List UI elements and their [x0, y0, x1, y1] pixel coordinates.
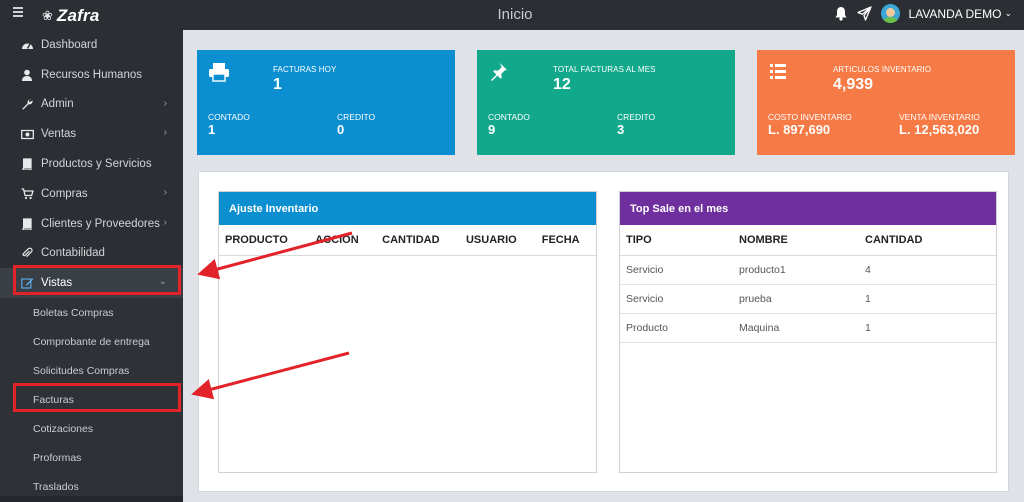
column-header[interactable]: FECHA	[535, 225, 596, 256]
stat-value: 1	[273, 76, 282, 93]
stat-title: FACTURAS HOY	[273, 65, 337, 74]
column-header[interactable]: CANTIDAD	[376, 225, 460, 256]
stat-left-label: COSTO INVENTARIO	[768, 112, 852, 122]
chevron-right-icon: ›	[163, 127, 167, 139]
page-title: Inicio	[497, 6, 533, 23]
stat-card-inventario[interactable]: ARTICULOS INVENTARIO 4,939 COSTO INVENTARI…	[757, 50, 1015, 155]
stat-right-label: VENTA INVENTARIO	[899, 112, 980, 122]
table-cell: prueba	[733, 284, 859, 314]
sidebar-subitem-proformas[interactable]: Proformas	[0, 443, 183, 473]
stat-right-value: 0	[337, 122, 345, 137]
sidebar-item-label: Productos y Servicios	[41, 158, 152, 171]
column-header[interactable]: NOMBRE	[733, 225, 859, 256]
stat-left-label: CONTADO	[488, 112, 530, 122]
sidebar-item-label: Compras	[41, 187, 88, 200]
sidebar-item-ventas[interactable]: Ventas ›	[0, 119, 183, 149]
highlight-box-facturas	[13, 383, 181, 412]
sidebar-item-label: Admin	[41, 98, 74, 111]
chevron-right-icon: ›	[163, 186, 167, 198]
stat-title: TOTAL FACTURAS AL MES	[553, 65, 656, 74]
top-sale-card: Top Sale en el mes TIPO NOMBRE CANTIDAD Se…	[619, 191, 997, 473]
table-cell: Servicio	[620, 255, 733, 285]
stat-left-value: 1	[208, 122, 216, 137]
sidebar-subitem-solicitudes-compras[interactable]: Solicitudes Compras	[0, 356, 183, 386]
chevron-down-icon[interactable]: ⌄	[1004, 8, 1012, 19]
wrench-icon	[20, 97, 34, 111]
book-icon	[20, 217, 34, 231]
stat-left-value: L. 897,690	[768, 122, 831, 137]
stat-right-label: CREDITO	[617, 112, 656, 122]
table-row[interactable]: Producto Maquina 1	[620, 313, 996, 343]
table-cell: Producto	[620, 313, 733, 343]
main-content: FACTURAS HOY 1 CONTADO 1 CREDITO 0 TOTAL FACT…	[183, 30, 1024, 502]
money-icon	[20, 127, 34, 141]
sidebar-item-productos-y-servicios[interactable]: Productos y Servicios	[0, 149, 183, 179]
sidebar-footer	[0, 496, 183, 502]
pin-icon	[488, 62, 510, 82]
paper-plane-icon[interactable]	[856, 6, 872, 21]
app-logo[interactable]: ❀ Zafra	[42, 6, 99, 26]
highlight-box-vistas	[13, 265, 181, 295]
table-cell: Maquina	[733, 313, 859, 343]
bell-icon[interactable]	[834, 6, 848, 21]
paperclip-icon	[20, 246, 34, 260]
chevron-right-icon: ›	[163, 216, 167, 228]
printer-icon	[208, 62, 230, 82]
column-header[interactable]: ACCIÓN	[309, 225, 377, 256]
chevron-right-icon: ›	[163, 97, 167, 109]
sidebar-item-recursos-humanos[interactable]: Recursos Humanos	[0, 60, 183, 90]
top-sale-table: TIPO NOMBRE CANTIDAD Servicio producto1 4 Ser…	[620, 225, 996, 343]
stat-card-facturas-mes[interactable]: TOTAL FACTURAS AL MES 12 CONTADO 9 CREDITO 3	[477, 50, 735, 155]
sidebar-subitem-cotizaciones[interactable]: Cotizaciones	[0, 414, 183, 444]
table-cell: 1	[859, 313, 996, 343]
column-header[interactable]: USUARIO	[459, 225, 536, 256]
top-sale-title: Top Sale en el mes	[620, 192, 996, 225]
ajuste-inventario-table: PRODUCTO ACCIÓN CANTIDAD USUARIO FECHA	[219, 225, 596, 256]
user-name[interactable]: LAVANDA DEMO	[909, 7, 1002, 21]
stat-value: 4,939	[833, 76, 874, 93]
stat-title: ARTICULOS INVENTARIO	[833, 65, 932, 74]
sidebar-item-dashboard[interactable]: Dashboard	[0, 30, 183, 60]
column-header[interactable]: TIPO	[620, 225, 733, 256]
dashboard-icon	[20, 38, 34, 52]
sidebar-item-admin[interactable]: Admin ›	[0, 90, 183, 120]
logo-icon: ❀	[42, 8, 53, 23]
sidebar-subitem-comprobante-de-entrega[interactable]: Comprobante de entrega	[0, 327, 183, 357]
stat-right-value: L. 12,563,020	[899, 122, 980, 137]
stat-card-facturas-hoy[interactable]: FACTURAS HOY 1 CONTADO 1 CREDITO 0	[197, 50, 455, 155]
sidebar-item-label: Ventas	[41, 128, 77, 141]
cart-icon	[20, 187, 34, 201]
table-cell: 4	[859, 255, 996, 285]
top-bar: ❀ Zafra Inicio LAVANDA DEMO ⌄	[0, 0, 1024, 30]
book-icon	[20, 157, 34, 171]
table-cell: 1	[859, 284, 996, 314]
stat-left-value: 9	[488, 122, 496, 137]
sidebar-item-contabilidad[interactable]: Contabilidad	[0, 239, 183, 269]
avatar[interactable]	[880, 4, 900, 23]
panels-container: Ajuste Inventario PRODUCTO ACCIÓN CANTIDAD…	[198, 171, 1009, 492]
sidebar-item-label: Recursos Humanos	[41, 68, 142, 81]
stat-value: 12	[553, 76, 571, 93]
sidebar-item-compras[interactable]: Compras ›	[0, 179, 183, 209]
sidebar-item-label: Contabilidad	[41, 247, 105, 260]
stat-right-value: 3	[617, 122, 625, 137]
column-header[interactable]: CANTIDAD	[859, 225, 996, 256]
stat-left-label: CONTADO	[208, 112, 250, 122]
ajuste-inventario-card: Ajuste Inventario PRODUCTO ACCIÓN CANTIDAD…	[218, 191, 597, 473]
sidebar-item-clientes-y-proveedores[interactable]: Clientes y Proveedores ›	[0, 209, 183, 239]
column-header[interactable]: PRODUCTO	[219, 225, 310, 256]
sidebar-subitem-boletas-compras[interactable]: Boletas Compras	[0, 298, 183, 328]
table-cell: Servicio	[620, 284, 733, 314]
user-icon	[20, 68, 34, 82]
sidebar-item-label: Dashboard	[41, 38, 98, 51]
sidebar-item-label: Clientes y Proveedores	[41, 217, 160, 230]
table-cell: producto1	[733, 255, 859, 285]
top-right-tools: LAVANDA DEMO ⌄	[834, 4, 1012, 23]
table-row[interactable]: Servicio producto1 4	[620, 255, 996, 285]
menu-toggle-icon[interactable]	[13, 7, 25, 21]
ajuste-inventario-title: Ajuste Inventario	[219, 192, 596, 225]
table-row[interactable]: Servicio prueba 1	[620, 284, 996, 314]
stat-right-label: CREDITO	[337, 112, 376, 122]
list-icon	[768, 62, 790, 82]
